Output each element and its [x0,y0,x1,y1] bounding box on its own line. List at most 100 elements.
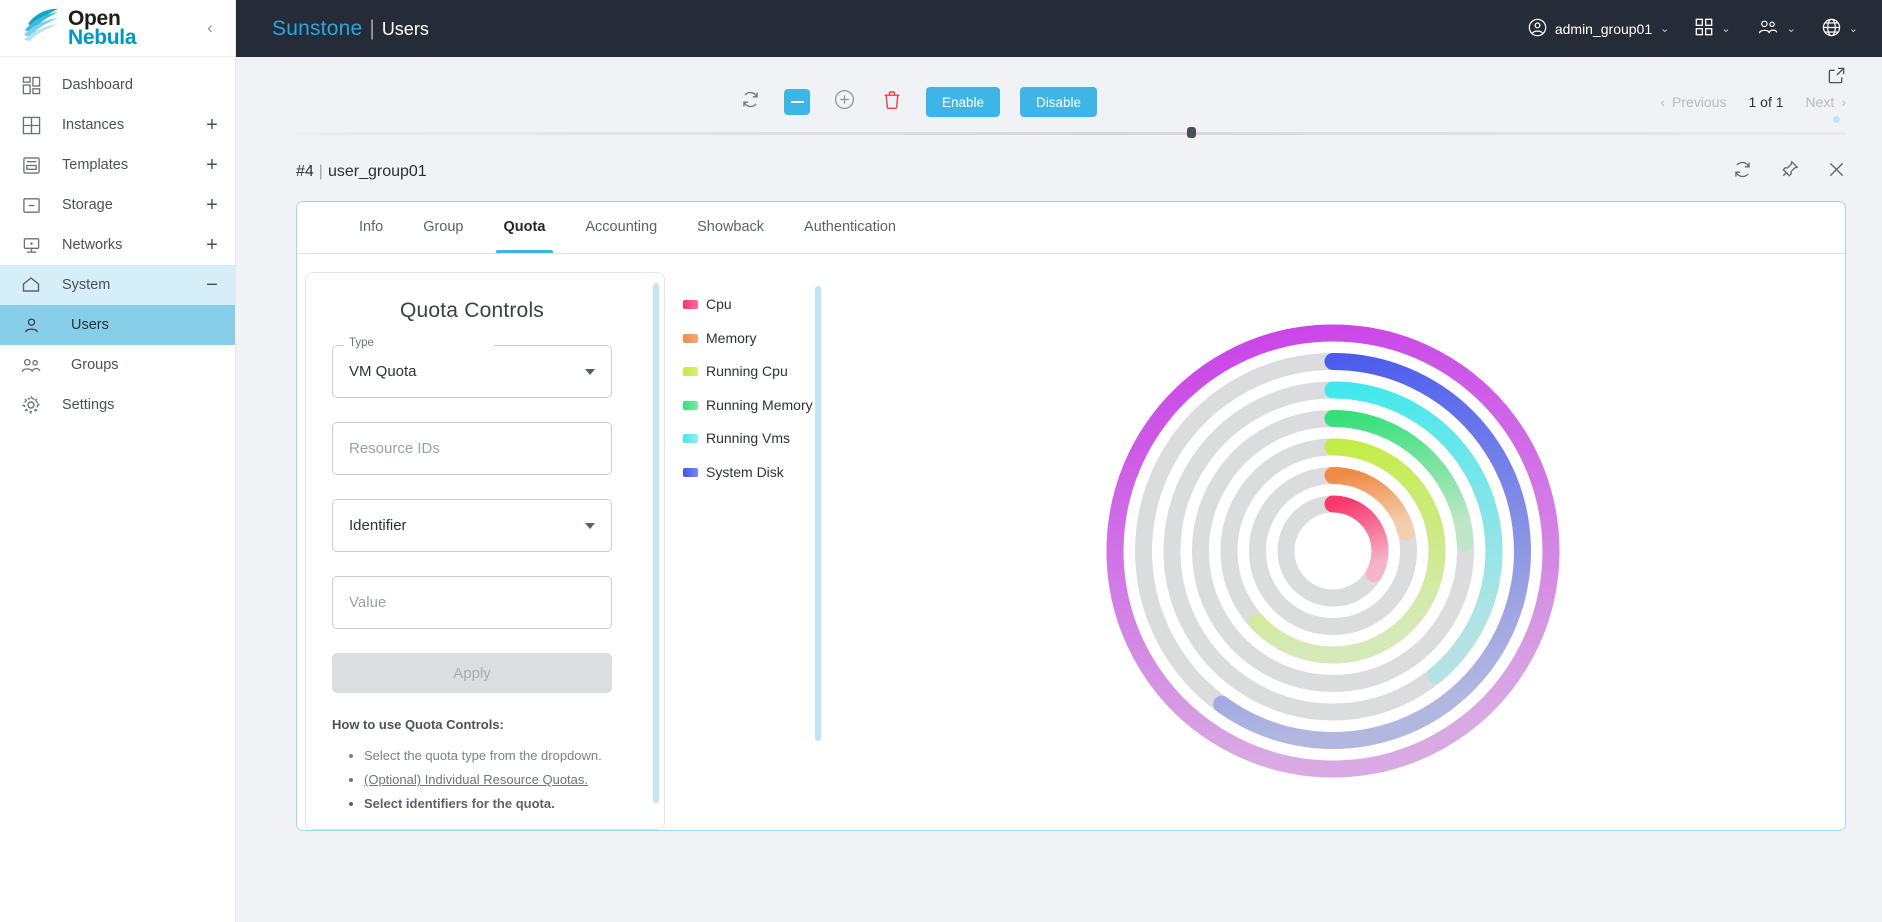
quota-type-select[interactable]: VM Quota [332,345,612,398]
open-external-button[interactable] [1827,66,1846,90]
brand-section: Users [381,18,429,39]
list-item-link[interactable]: (Optional) Individual Resource Quotas. [364,768,612,792]
apply-button[interactable]: Apply [332,653,612,693]
expand-networks-button[interactable]: + [189,235,235,255]
sidebar-item-networks[interactable]: Networks + [0,225,235,265]
chevron-down-icon [585,522,595,529]
legend-item[interactable]: Running Vms [683,430,815,448]
legend-item[interactable]: Running Memory [683,397,815,415]
plus-circle-icon [834,89,855,115]
tab-quota[interactable]: Quota [484,202,566,253]
radial-bar-chart [821,272,1845,830]
sidebar-item-system[interactable]: System − [0,265,235,305]
home-icon [0,275,62,295]
chevron-down-icon: ⌄ [1848,23,1858,35]
expand-templates-button[interactable]: + [189,155,235,175]
expand-instances-button[interactable]: + [189,115,235,135]
resource-ids-input[interactable]: Resource IDs [332,422,612,475]
list-item: Select the quota type from the dropdown. [364,744,612,768]
detail-header: #4 | user_group01 [296,155,1846,189]
radial-chart-svg [1106,324,1560,778]
sidebar-item-settings[interactable]: Settings [0,385,235,425]
tab-showback[interactable]: Showback [677,202,784,253]
howto-list: Select the quota type from the dropdown.… [332,744,612,816]
collapse-system-button[interactable]: − [189,275,235,295]
tab-group[interactable]: Group [403,202,483,253]
identifier-value: Identifier [349,517,407,534]
page-indicator: 1 of 1 [1748,94,1784,110]
legend-swatch [683,300,698,310]
resource-id: #4 [296,163,314,180]
app-root: Open Nebula ‹ Dashboard Instances + Temp… [0,0,1882,922]
apps-menu[interactable]: ⌄ [1695,18,1731,39]
pin-icon [1780,160,1799,184]
main-area: Sunstone | Users admin_group01 ⌄ ⌄ ⌄ ⌄ E… [236,0,1882,922]
group-menu[interactable]: ⌄ [1757,18,1796,39]
tab-info[interactable]: Info [339,202,403,253]
legend-label: Memory [706,329,757,346]
ring-value-cpu[interactable] [1324,495,1389,583]
sidebar-item-groups[interactable]: Groups [0,345,235,385]
tab-accounting[interactable]: Accounting [565,202,677,253]
sidebar-item-users[interactable]: Users [0,305,235,345]
expand-storage-button[interactable]: + [189,195,235,215]
legend-label: System Disk [706,463,784,480]
legend-swatch [683,400,698,410]
user-name-label: admin_group01 [1554,20,1653,37]
refresh-button[interactable] [736,88,764,116]
trash-icon [883,90,901,115]
title-separator: | [318,163,323,180]
value-input[interactable]: Value [332,576,612,629]
people-icon [1757,18,1779,39]
chevron-left-icon[interactable]: ‹ [199,17,221,39]
enable-button[interactable]: Enable [926,87,1001,117]
next-page-button[interactable]: Next › [1806,94,1846,110]
legend-label: Running Vms [706,430,791,446]
detail-refresh-button[interactable] [1733,160,1752,184]
sidebar-item-storage[interactable]: Storage + [0,185,235,225]
sidebar-item-label: System [62,277,111,293]
panel-splitter[interactable] [296,125,1846,141]
list-item: Select identifiers for the quota. [364,792,612,816]
disable-button[interactable]: Disable [1020,87,1098,117]
close-button[interactable] [1827,160,1846,184]
resource-name: user_group01 [327,163,427,180]
sidebar-item-label: Users [71,317,109,333]
pin-button[interactable] [1780,160,1799,184]
legend-item[interactable]: System Disk [683,464,815,482]
legend-item[interactable]: Memory [683,330,815,348]
sidebar-item-templates[interactable]: Templates + [0,145,235,185]
tab-authentication[interactable]: Authentication [784,202,916,253]
legend-item[interactable]: Running Cpu [683,363,815,381]
quota-controls-title: Quota Controls [399,299,545,322]
identifier-select[interactable]: Identifier [332,499,612,552]
sidebar-item-label: Dashboard [62,77,133,93]
logo-row: Open Nebula ‹ [0,0,235,57]
previous-page-button[interactable]: ‹ Previous [1660,94,1726,110]
quota-type-field: Type VM Quota [332,337,612,398]
select-minus-icon [790,100,804,104]
sidebar-item-instances[interactable]: Instances + [0,105,235,145]
language-menu[interactable]: ⌄ [1822,18,1858,40]
add-button[interactable] [830,88,858,116]
globe-icon [1822,18,1841,40]
select-minus-button[interactable] [784,89,810,115]
legend-swatch [683,434,698,444]
previous-label: Previous [1672,94,1727,110]
sidebar-item-dashboard[interactable]: Dashboard [0,65,235,105]
splitter-handle[interactable] [1187,127,1197,138]
chevron-down-icon: ⌄ [1786,23,1796,35]
sidebar-item-label: Networks [62,237,123,253]
brand-product: Sunstone [272,16,363,40]
delete-button[interactable] [878,88,906,116]
next-label: Next [1805,94,1835,110]
detail-tabs: Info Group Quota Accounting Showback Aut… [297,202,1845,254]
logo-nebula-text: Nebula [68,26,137,49]
quota-type-value: VM Quota [349,363,417,380]
legend-item[interactable]: Cpu [683,296,815,314]
quota-panel-scrollbar[interactable] [653,283,659,803]
brand-separator: | [369,16,375,40]
detail-header-actions [1733,160,1846,184]
chevron-left-icon: ‹ [1660,94,1666,110]
user-menu[interactable]: admin_group01 ⌄ [1528,18,1669,40]
